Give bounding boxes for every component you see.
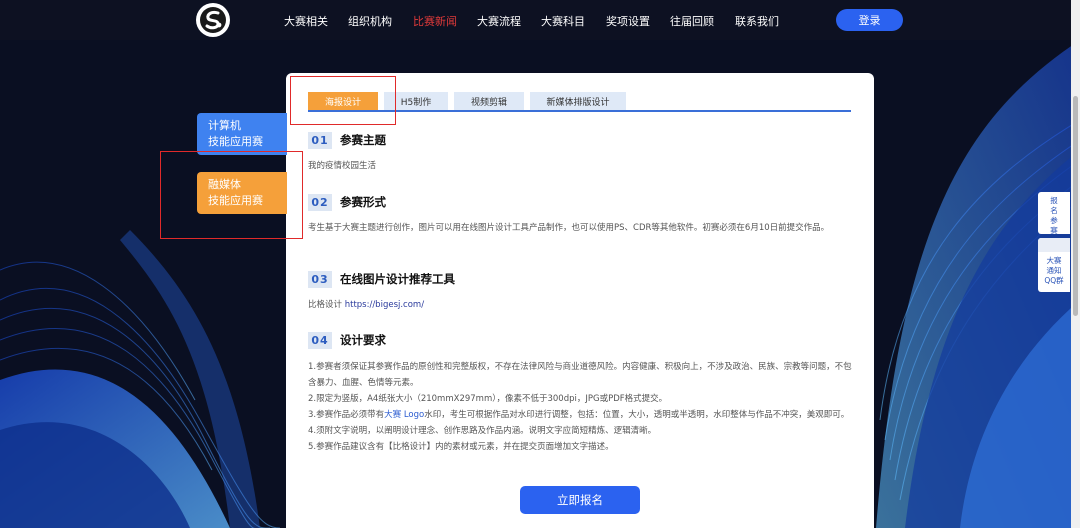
requirement-item: 1.参赛者须保证其参赛作品的原创性和完整版权，不存在法律风险与商业道德风险。内容…: [308, 362, 852, 388]
tool-link[interactable]: https://bigesj.com/: [345, 300, 424, 310]
category-line1: 融媒体: [208, 178, 241, 191]
tab-video-editing[interactable]: 视频剪辑: [454, 92, 524, 110]
side-qq-label: 大赛通知QQ群: [1044, 256, 1064, 285]
section-body-requirements: 1.参赛者须保证其参赛作品的原创性和完整版权，不存在法律风险与商业道德风险。内容…: [308, 359, 853, 455]
section-header-theme: 01 参赛主题: [308, 131, 386, 149]
top-navigation-bar: 大赛相关 组织机构 比赛新闻 大赛流程 大赛科目 奖项设置 往届回顾 联系我们 …: [0, 0, 1080, 40]
section-body-theme: 我的疫情校园生活: [308, 161, 377, 171]
section-number: 01: [308, 131, 332, 149]
section-body-format: 考生基于大赛主题进行创作，图片可以用在线图片设计工具产品制作，也可以使用PS、C…: [308, 223, 830, 233]
nav-item-awards[interactable]: 奖项设置: [606, 13, 650, 29]
side-signup-button[interactable]: 报名参赛: [1038, 192, 1070, 235]
section-header-tools: 03 在线图片设计推荐工具: [308, 270, 455, 288]
subject-tabs: 海报设计 H5制作 视频剪辑 新媒体排版设计: [308, 92, 851, 112]
page-scrollbar[interactable]: [1071, 0, 1080, 528]
nav-item-process[interactable]: 大赛流程: [477, 13, 521, 29]
nav-item-subjects[interactable]: 大赛科目: [541, 13, 585, 29]
section-title: 设计要求: [340, 333, 386, 347]
tab-poster-design[interactable]: 海报设计: [308, 92, 378, 110]
category-line2: 技能应用赛: [208, 135, 263, 148]
tab-new-media-layout[interactable]: 新媒体排版设计: [530, 92, 626, 110]
logo-highlight: 大赛 Logo: [384, 410, 425, 420]
tool-name: 比格设计: [308, 300, 343, 310]
nav-item-contact[interactable]: 联系我们: [735, 13, 779, 29]
nav-item-history[interactable]: 往届回顾: [670, 13, 714, 29]
requirement-item: 4.须附文字说明，以阐明设计理念、创作思路及作品内涵。说明文字应简短精炼、逻辑清…: [308, 426, 657, 436]
nav-item-news[interactable]: 比赛新闻: [413, 13, 457, 29]
category-media-skills[interactable]: 融媒体 技能应用赛: [197, 172, 287, 214]
section-title: 在线图片设计推荐工具: [340, 272, 455, 286]
login-button[interactable]: 登录: [836, 9, 903, 31]
section-title: 参赛主题: [340, 133, 386, 147]
tab-h5[interactable]: H5制作: [384, 92, 448, 110]
section-header-requirements: 04 设计要求: [308, 331, 386, 349]
requirement-text: 3.参赛作品必须带有: [308, 410, 385, 420]
side-signup-label: 报名参赛: [1050, 196, 1058, 235]
qq-icon: [1038, 238, 1070, 252]
scrollbar-thumb[interactable]: [1073, 96, 1078, 316]
section-title: 参赛形式: [340, 195, 386, 209]
section-number: 03: [308, 270, 332, 288]
brand-logo-icon[interactable]: [196, 3, 230, 37]
side-qq-group-button[interactable]: 大赛通知QQ群: [1038, 238, 1070, 292]
content-card: 海报设计 H5制作 视频剪辑 新媒体排版设计 01 参赛主题 我的疫情校园生活 …: [286, 73, 874, 528]
category-line1: 计算机: [208, 119, 241, 132]
requirement-text: 水印，考生可根据作品对水印进行调整，包括：位置，大小，透明或半透明，水印整体与作…: [424, 410, 850, 420]
section-header-format: 02 参赛形式: [308, 193, 386, 211]
requirement-item: 5.参赛作品建议含有【比格设计】内的素材或元素，并在提交页面增加文字描述。: [308, 442, 614, 452]
section-body-tools: 比格设计 https://bigesj.com/: [308, 297, 853, 313]
nav-item-organization[interactable]: 组织机构: [348, 13, 392, 29]
category-computer-skills[interactable]: 计算机 技能应用赛: [197, 113, 287, 155]
section-number: 02: [308, 193, 332, 211]
nav-item-competition-about[interactable]: 大赛相关: [284, 13, 328, 29]
requirement-item: 2.限定为竖版，A4纸张大小（210mmX297mm），像素不低于300dpi，…: [308, 394, 668, 404]
category-line2: 技能应用赛: [208, 194, 263, 207]
requirement-item: 3.参赛作品必须带有大赛 Logo水印，考生可根据作品对水印进行调整，包括：位置…: [308, 407, 853, 423]
register-now-button[interactable]: 立即报名: [520, 486, 640, 514]
section-number: 04: [308, 331, 332, 349]
